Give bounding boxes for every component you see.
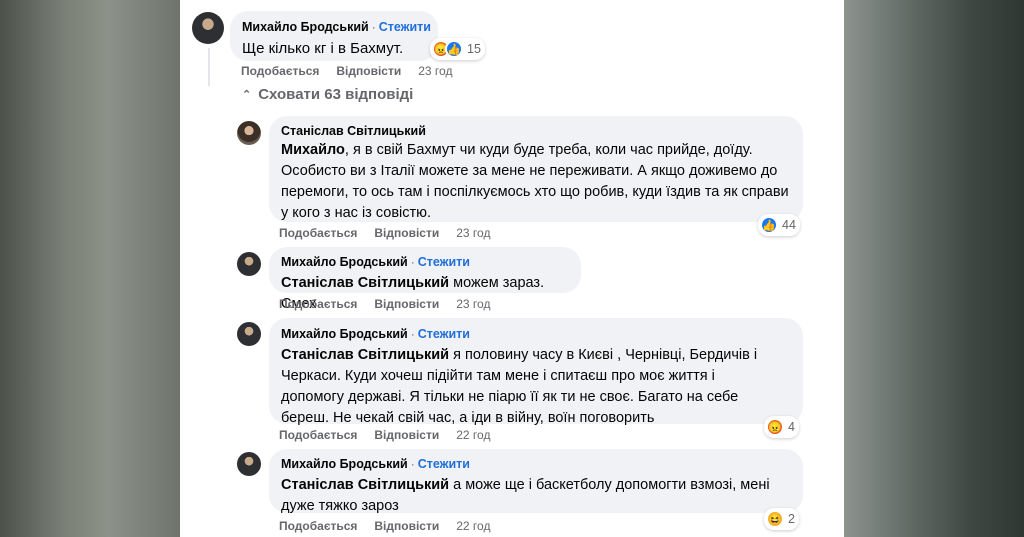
thread-line (208, 48, 210, 86)
reaction-summary[interactable]: 😆 2 (764, 508, 799, 530)
reaction-count: 2 (788, 512, 795, 526)
comment-text: Ще кілько кг і в Бахмут. (242, 40, 404, 57)
chevron-up-icon: ⌃ (242, 89, 252, 101)
hide-replies-label: Сховати 63 відповіді (258, 86, 414, 103)
comment-author[interactable]: Станіслав Світлицький (281, 124, 791, 138)
like-button[interactable]: Подобається (279, 226, 357, 240)
separator-dot: · (371, 20, 376, 34)
comment-author[interactable]: Михайло Бродський (242, 20, 369, 34)
reply-button[interactable]: Відповісти (374, 519, 439, 533)
reply-button[interactable]: Відповісти (374, 226, 439, 240)
mention-link[interactable]: Михайло (281, 142, 345, 158)
follow-link[interactable]: Стежити (418, 457, 470, 471)
comment-bubble: Станіслав Світлицький Михайло, я в свій … (269, 116, 803, 222)
comment-time[interactable]: 23 год (418, 64, 452, 78)
comment-time[interactable]: 23 год (456, 226, 490, 240)
comment-bubble: Михайло Бродський · Стежити Станіслав Світ… (269, 449, 803, 514)
reply-button[interactable]: Відповісти (336, 64, 401, 78)
like-button[interactable]: Подобається (279, 297, 357, 311)
comment-bubble: Михайло Бродський · Стежити Станіслав Світ… (269, 247, 581, 312)
angry-reaction-icon: 😠 (766, 418, 784, 436)
follow-link[interactable]: Стежити (418, 255, 470, 269)
comment-bubble: Михайло Бродський · Стежити Ще кілько кг і… (230, 11, 438, 61)
comment-text: Станіслав Світлицький я половину часу в … (281, 347, 758, 426)
reply-button[interactable]: Відповісти (374, 428, 439, 442)
comment-author[interactable]: Михайло Бродський (281, 327, 408, 341)
follow-link[interactable]: Стежити (379, 20, 431, 34)
like-button[interactable]: Подобається (241, 64, 319, 78)
comment-author[interactable]: Михайло Бродський (281, 255, 408, 269)
comment-time[interactable]: 22 год (456, 519, 490, 533)
comment-text: Станіслав Світлицький а може ще і баскет… (281, 477, 770, 514)
haha-reaction-icon: 😆 (766, 510, 784, 528)
comment-actions: Подобається Відповісти 23 год (279, 297, 490, 311)
comment-time[interactable]: 23 год (456, 297, 490, 311)
comment-time[interactable]: 22 год (456, 428, 490, 442)
reaction-count: 44 (782, 218, 796, 232)
mention-link[interactable]: Станіслав Світлицький (281, 347, 449, 363)
like-reaction-icon: 👍 (760, 216, 778, 234)
comments-panel: Михайло Бродський · Стежити Ще кілько кг і… (180, 0, 844, 537)
like-button[interactable]: Подобається (279, 428, 357, 442)
reaction-summary[interactable]: 😠 4 (764, 416, 799, 438)
reaction-summary[interactable]: 😠 👍 15 (430, 38, 485, 60)
comment-actions: Подобається Відповісти 23 год (241, 64, 452, 78)
avatar[interactable] (192, 12, 224, 44)
avatar[interactable] (237, 121, 261, 145)
like-reaction-icon: 👍 (445, 40, 463, 58)
mention-link[interactable]: Станіслав Світлицький (281, 477, 449, 493)
comment-text: Михайло, я в свій Бахмут чи куди буде тр… (281, 142, 789, 221)
separator-dot: · (410, 457, 415, 471)
reaction-summary[interactable]: 👍 44 (758, 214, 800, 236)
avatar[interactable] (237, 452, 261, 476)
comment-actions: Подобається Відповісти 22 год (279, 519, 490, 533)
reply-button[interactable]: Відповісти (374, 297, 439, 311)
background-left (0, 0, 180, 537)
separator-dot: · (410, 255, 415, 269)
avatar[interactable] (237, 252, 261, 276)
background-right (844, 0, 1024, 537)
reaction-count: 4 (788, 420, 795, 434)
follow-link[interactable]: Стежити (418, 327, 470, 341)
comment-bubble: Михайло Бродський · Стежити Станіслав Світ… (269, 318, 803, 426)
mention-link[interactable]: Станіслав Світлицький (281, 275, 449, 291)
reaction-count: 15 (467, 42, 481, 56)
comment-actions: Подобається Відповісти 23 год (279, 226, 490, 240)
hide-replies-button[interactable]: ⌃ Сховати 63 відповіді (242, 86, 413, 103)
comment-author[interactable]: Михайло Бродський (281, 457, 408, 471)
like-button[interactable]: Подобається (279, 519, 357, 533)
avatar[interactable] (237, 322, 261, 346)
comment-actions: Подобається Відповісти 22 год (279, 428, 490, 442)
separator-dot: · (410, 327, 415, 341)
